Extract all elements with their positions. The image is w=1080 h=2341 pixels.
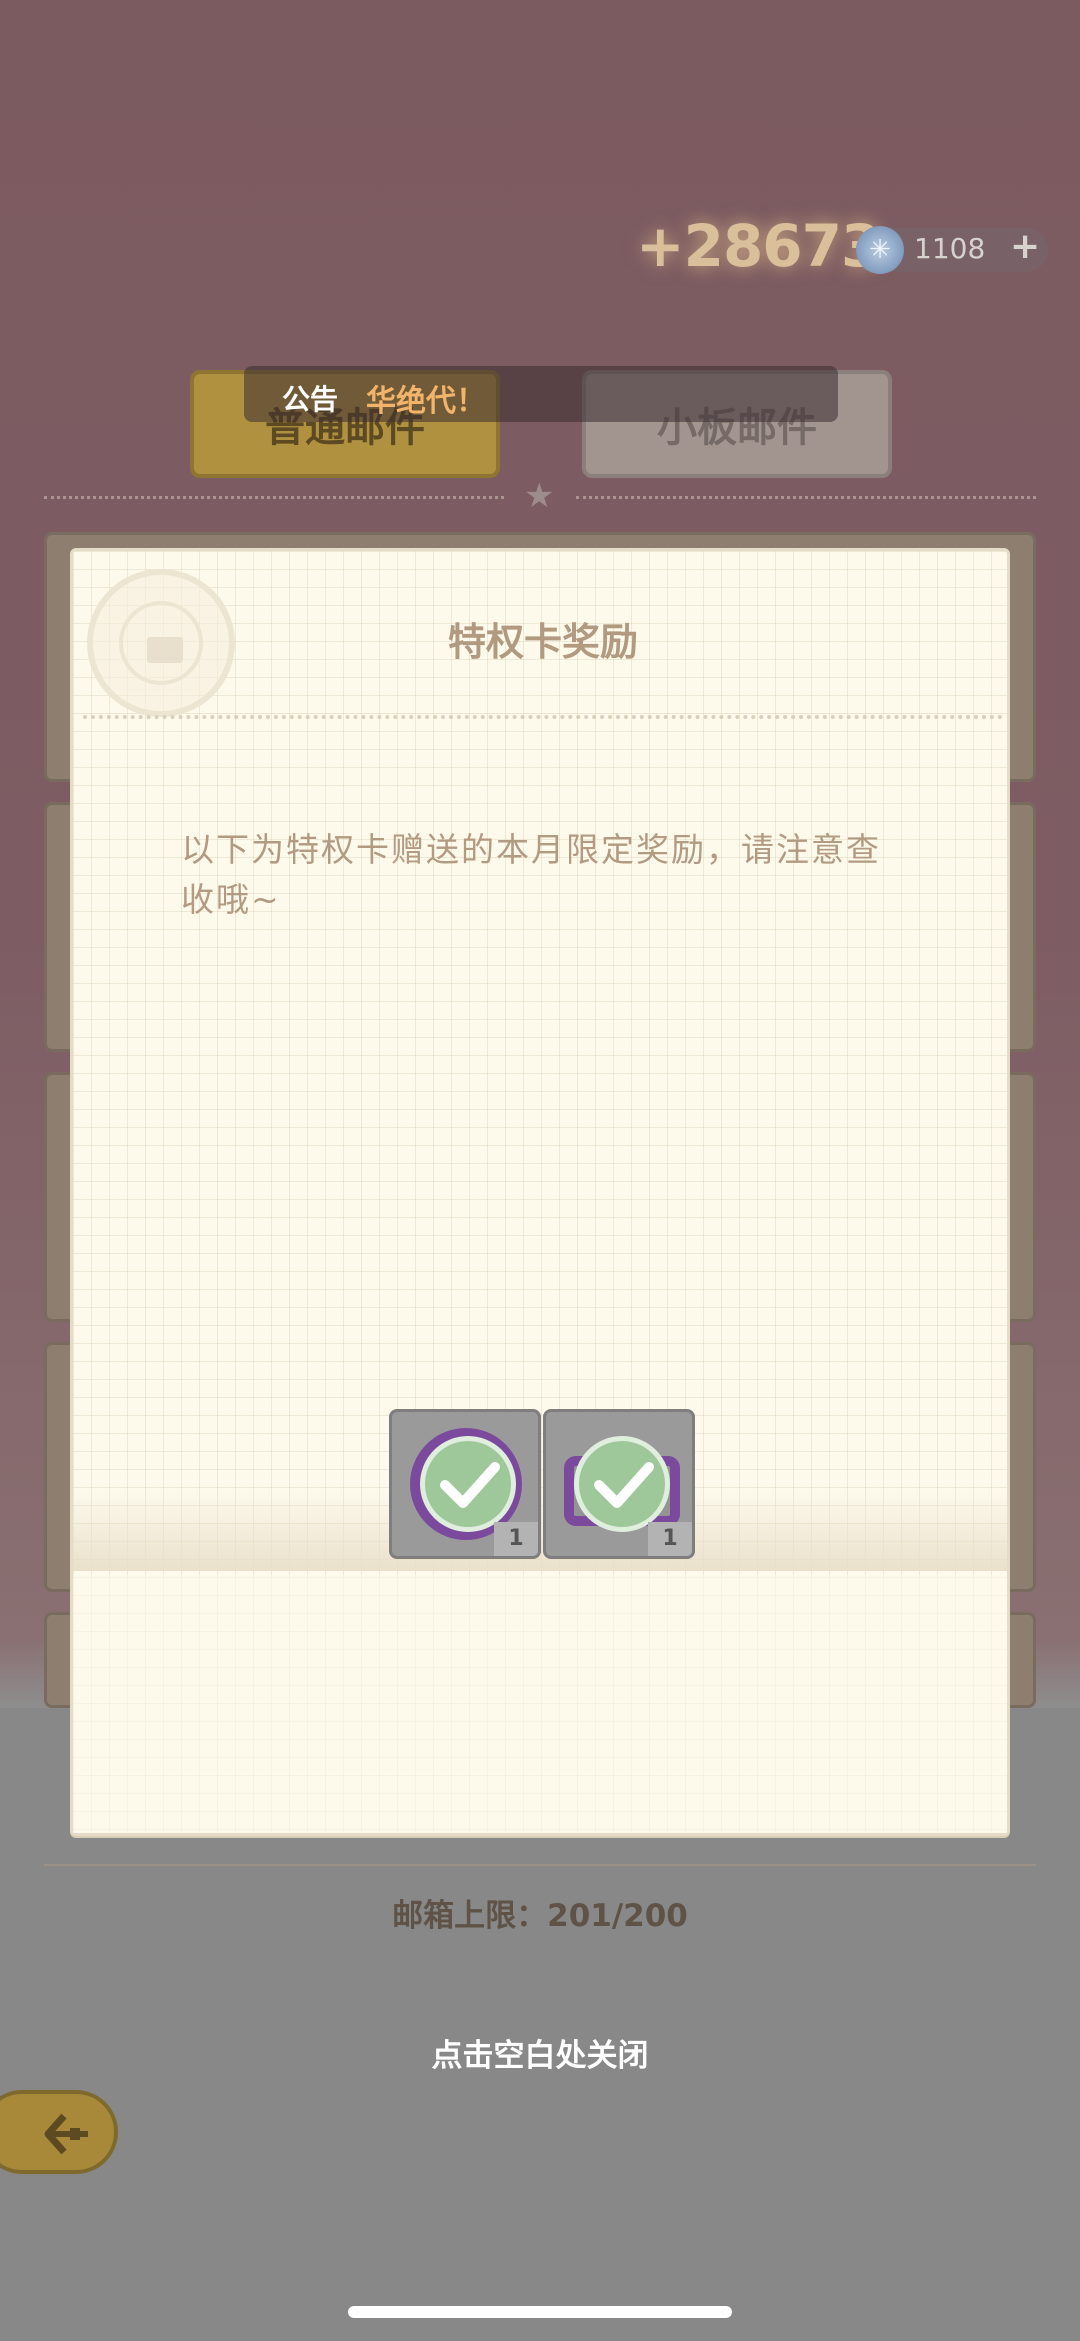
close-hint-text[interactable]: 点击空白处关闭 <box>0 2030 1080 2075</box>
add-gems-button[interactable]: + <box>1010 226 1040 267</box>
claimed-check-icon <box>574 1436 670 1532</box>
gem-count: 1108 <box>914 232 986 265</box>
divider-right <box>576 496 1036 500</box>
back-arrow-icon <box>44 2113 88 2155</box>
score-gain-text: +28673 <box>636 212 881 280</box>
item-quantity: 1 <box>648 1522 692 1556</box>
mail-title-divider <box>83 715 1003 719</box>
mail-lower-area <box>73 1575 1007 1833</box>
star-gem-icon: ✳ <box>856 226 904 274</box>
reward-item-frame[interactable]: 1 <box>389 1409 541 1559</box>
divider-left <box>44 496 504 500</box>
reward-item-ticket[interactable]: 1 <box>543 1409 695 1559</box>
home-indicator[interactable] <box>348 2306 732 2318</box>
mail-body-text: 以下为特权卡赠送的本月限定奖励，请注意查收哦~ <box>181 830 881 919</box>
item-quantity: 1 <box>494 1522 538 1556</box>
star-divider-icon: ★ <box>524 476 555 516</box>
claimed-check-icon <box>420 1436 516 1532</box>
announcement-label: 公告 <box>282 383 339 416</box>
mail-title: 特权卡奖励 <box>447 620 638 664</box>
mail-detail-modal: 特权卡奖励 以下为特权卡赠送的本月限定奖励，请注意查收哦~ 1 1 <box>70 548 1010 1836</box>
mailbox-capacity: 邮箱上限：201/200 <box>392 1898 688 1934</box>
back-button[interactable] <box>0 2090 118 2174</box>
announcement-text: 华绝代！ <box>366 384 486 419</box>
capacity-divider <box>44 1864 1036 1866</box>
